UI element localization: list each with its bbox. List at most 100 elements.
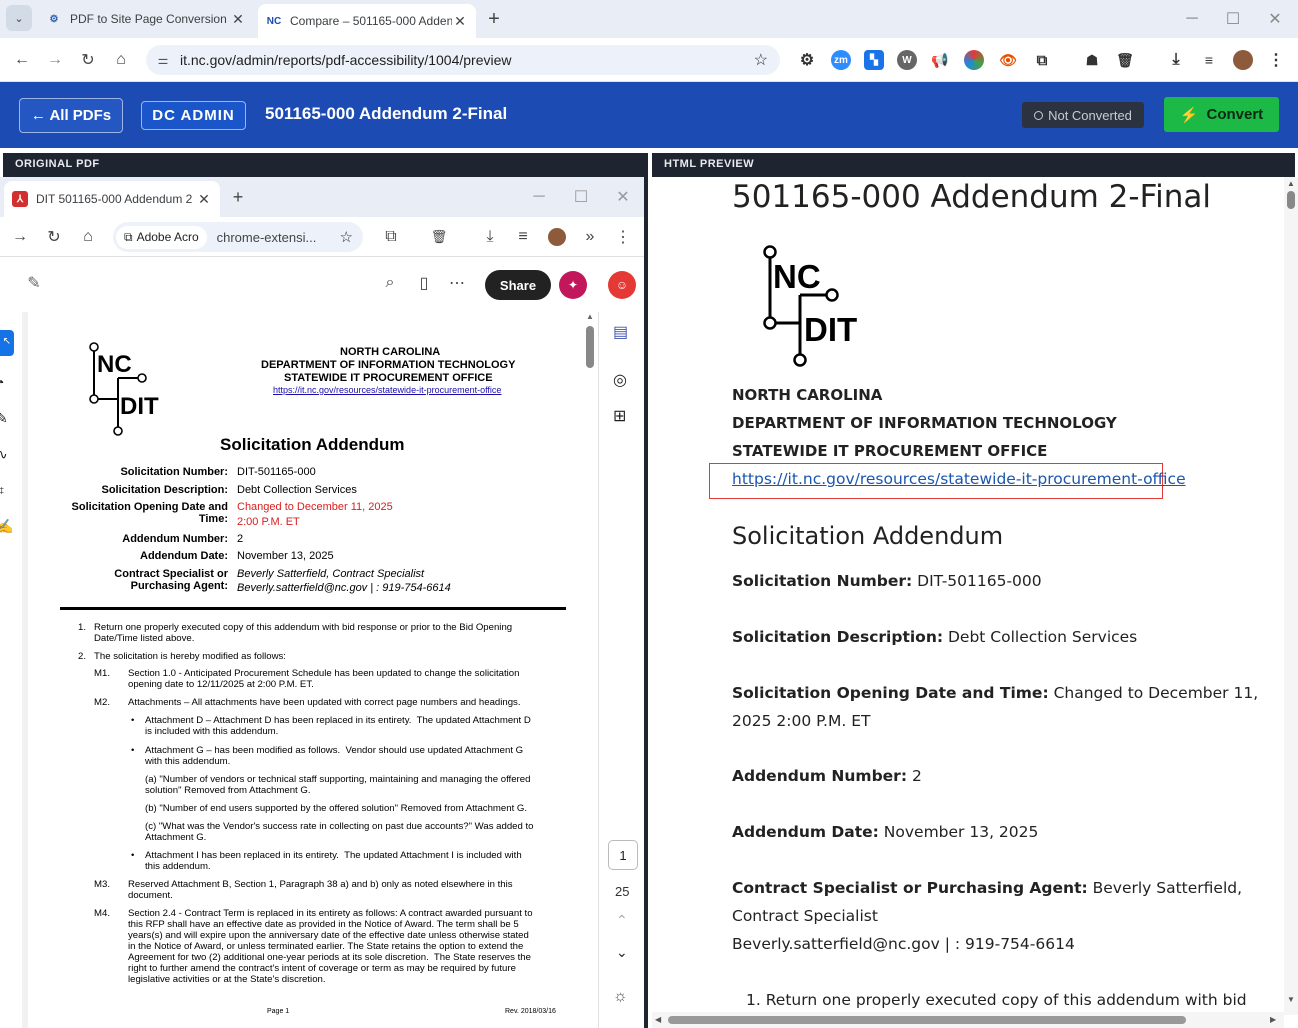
bookmark-star-icon[interactable]: ☆ [340,228,353,246]
scroll-up-icon[interactable]: ▲ [586,312,594,321]
profile-avatar[interactable] [1233,50,1253,70]
page-number-box[interactable]: 1 [608,840,638,870]
ai-summary-icon[interactable]: ▤ [613,322,628,342]
pdf-org-line3: STATEWIDE IT PROCUREMENT OFFICE [284,372,493,384]
extensions-puzzle-icon[interactable]: ⧉ [1032,50,1052,70]
profile-avatar[interactable] [543,223,571,251]
lasso-tool-icon[interactable]: ∿ [0,446,8,463]
pdf-viewer[interactable]: NC DIT NORTH CAROLINA DEPARTMENT OF INFO… [22,312,598,1028]
reload-icon[interactable]: ↻ [40,223,68,251]
close-window-button[interactable]: ✕ [1261,5,1289,33]
select-tool-icon[interactable]: ↖ [0,330,14,356]
preview-vertical-scrollbar[interactable]: ▲ ▼ [1284,177,1298,1015]
home-icon[interactable]: ⌂ [74,223,102,251]
settings-extension-icon[interactable]: ⚙ [797,50,817,70]
browser-tab[interactable]: ⚙ PDF to Site Page Conversion Se ✕ [38,4,254,34]
preview-horizontal-scrollbar[interactable]: ◀ ▶ [652,1012,1284,1028]
scroll-thumb[interactable] [1287,191,1295,209]
extensions-icon[interactable]: ⧉ [377,223,405,251]
pdf-field-value: Changed to December 11, 2025 [237,501,393,513]
site-info-icon[interactable]: ⚌ [146,53,180,67]
wordpress-extension-icon[interactable]: W [897,50,917,70]
bookmark-star-icon[interactable]: ☆ [754,50,768,70]
close-tab-icon[interactable]: ✕ [452,13,468,30]
scroll-left-icon[interactable]: ◀ [655,1015,661,1024]
html-preview-pane[interactable]: 501165-000 Addendum 2-Final NC DIT NORTH… [652,177,1298,1028]
inner-address-bar[interactable]: ⧉ Adobe Acro chrome-extensi... ☆ [113,222,363,252]
nc-dit-logo: NC DIT [89,342,159,436]
theme-toggle-icon[interactable]: ☼ [613,988,628,1006]
pdf-scrollbar[interactable]: ▲ [582,312,598,1028]
browser-tab-active[interactable]: NC Compare – 501165-000 Addend ✕ [258,4,476,38]
pdf-field-label-cont: Time: [198,513,228,525]
download-icon[interactable]: ⤓ [476,223,504,251]
media-queue-icon[interactable]: ≡ [509,223,537,251]
new-tab-button[interactable]: + [480,5,508,33]
field-label: Solicitation Description: [732,628,944,646]
logo-nc-text: NC [97,351,132,378]
forward-icon[interactable]: → [41,46,69,74]
convert-button[interactable]: ⚡ Convert [1164,97,1279,132]
search-icon[interactable]: ⌕ [376,269,404,297]
text-select-icon[interactable]: ⌗ [0,482,4,499]
more-extensions-icon[interactable]: » [576,223,604,251]
bullet: • [131,715,135,726]
close-tab-icon[interactable]: ✕ [230,11,246,28]
list-text: Attachment I has been replaced in its en… [145,850,522,872]
ai-assistant-icon[interactable]: ✦ [559,271,587,299]
scroll-thumb[interactable] [586,326,594,368]
zoom-extension-icon[interactable]: zm [831,50,851,70]
pdf-link[interactable]: https://it.nc.gov/resources/statewide-it… [273,385,501,395]
comment-tool-icon[interactable]: ◔ [0,374,4,390]
status-badge: Not Converted [1022,102,1144,128]
pdf-footer-page: Page 1 [267,1008,290,1015]
reload-icon[interactable]: ↻ [74,46,102,74]
tab-search-button[interactable]: ⌄ [6,5,32,31]
color-extension-icon[interactable] [964,50,984,70]
incognito-icon[interactable]: ☗ [1082,50,1102,70]
ai-edit-icon[interactable]: ✎ [20,269,48,297]
new-tab-button[interactable]: + [224,183,252,211]
home-icon[interactable]: ⌂ [107,46,135,74]
share-button[interactable]: Share [485,270,551,300]
acrobat-logo-icon[interactable]: ☺ [608,271,636,299]
menu-kebab-icon[interactable]: ⋮ [1266,50,1286,70]
pages-icon[interactable]: ▯ [410,269,438,297]
more-options-icon[interactable]: ⋯ [443,269,471,297]
maximize-window-button[interactable]: ☐ [1219,5,1247,33]
forward-icon[interactable]: → [6,223,34,251]
trash-icon[interactable]: 🗑 [425,223,453,251]
maximize-window-button[interactable]: ☐ [567,183,595,211]
sign-tool-icon[interactable]: ✍ [0,518,13,535]
download-icon[interactable]: ⤓ [1166,50,1186,70]
scroll-down-icon[interactable]: ▼ [1287,995,1295,1004]
logo-nc-text: NC [773,258,821,295]
scroll-thumb[interactable] [668,1016,1186,1024]
minimize-window-button[interactable]: ─ [525,183,553,211]
minimize-window-button[interactable]: ─ [1178,5,1206,33]
scroll-up-icon[interactable]: ▲ [1287,179,1295,188]
back-icon[interactable]: ← [8,46,36,74]
logo-dit-text: DIT [120,393,159,420]
trash-icon[interactable]: 🗑 [1115,50,1135,70]
adobe-chip: ⧉ Adobe Acro [116,225,207,249]
page-up-icon[interactable]: ⌃ [616,912,628,929]
address-bar[interactable]: ⚌ it.nc.gov/admin/reports/pdf-accessibil… [146,45,780,75]
eye-extension-icon[interactable]: 👁 [998,50,1018,70]
inner-browser-tab[interactable]: ⅄ DIT 501165-000 Addendum 2 2 ✕ [4,181,220,217]
preview-link[interactable]: https://it.nc.gov/resources/statewide-it… [732,470,1186,488]
megaphone-extension-icon[interactable]: 📢 [930,50,950,70]
dark-reader-extension-icon[interactable]: ▚ [864,50,884,70]
list-num: M4. [94,908,110,919]
menu-kebab-icon[interactable]: ⋮ [609,223,637,251]
all-pdfs-button[interactable]: ← All PDFs [19,98,123,133]
media-queue-icon[interactable]: ≡ [1199,50,1219,70]
draw-tool-icon[interactable]: ✎ [0,410,8,427]
close-tab-icon[interactable]: ✕ [196,191,212,208]
page-down-icon[interactable]: ⌄ [616,944,628,961]
comments-icon[interactable]: ◎ [613,370,627,390]
scroll-right-icon[interactable]: ▶ [1270,1015,1276,1024]
thumbnails-icon[interactable]: ⊞ [613,406,626,426]
tab-title: Compare – 501165-000 Addend [290,14,452,28]
close-window-button[interactable]: ✕ [609,183,637,211]
